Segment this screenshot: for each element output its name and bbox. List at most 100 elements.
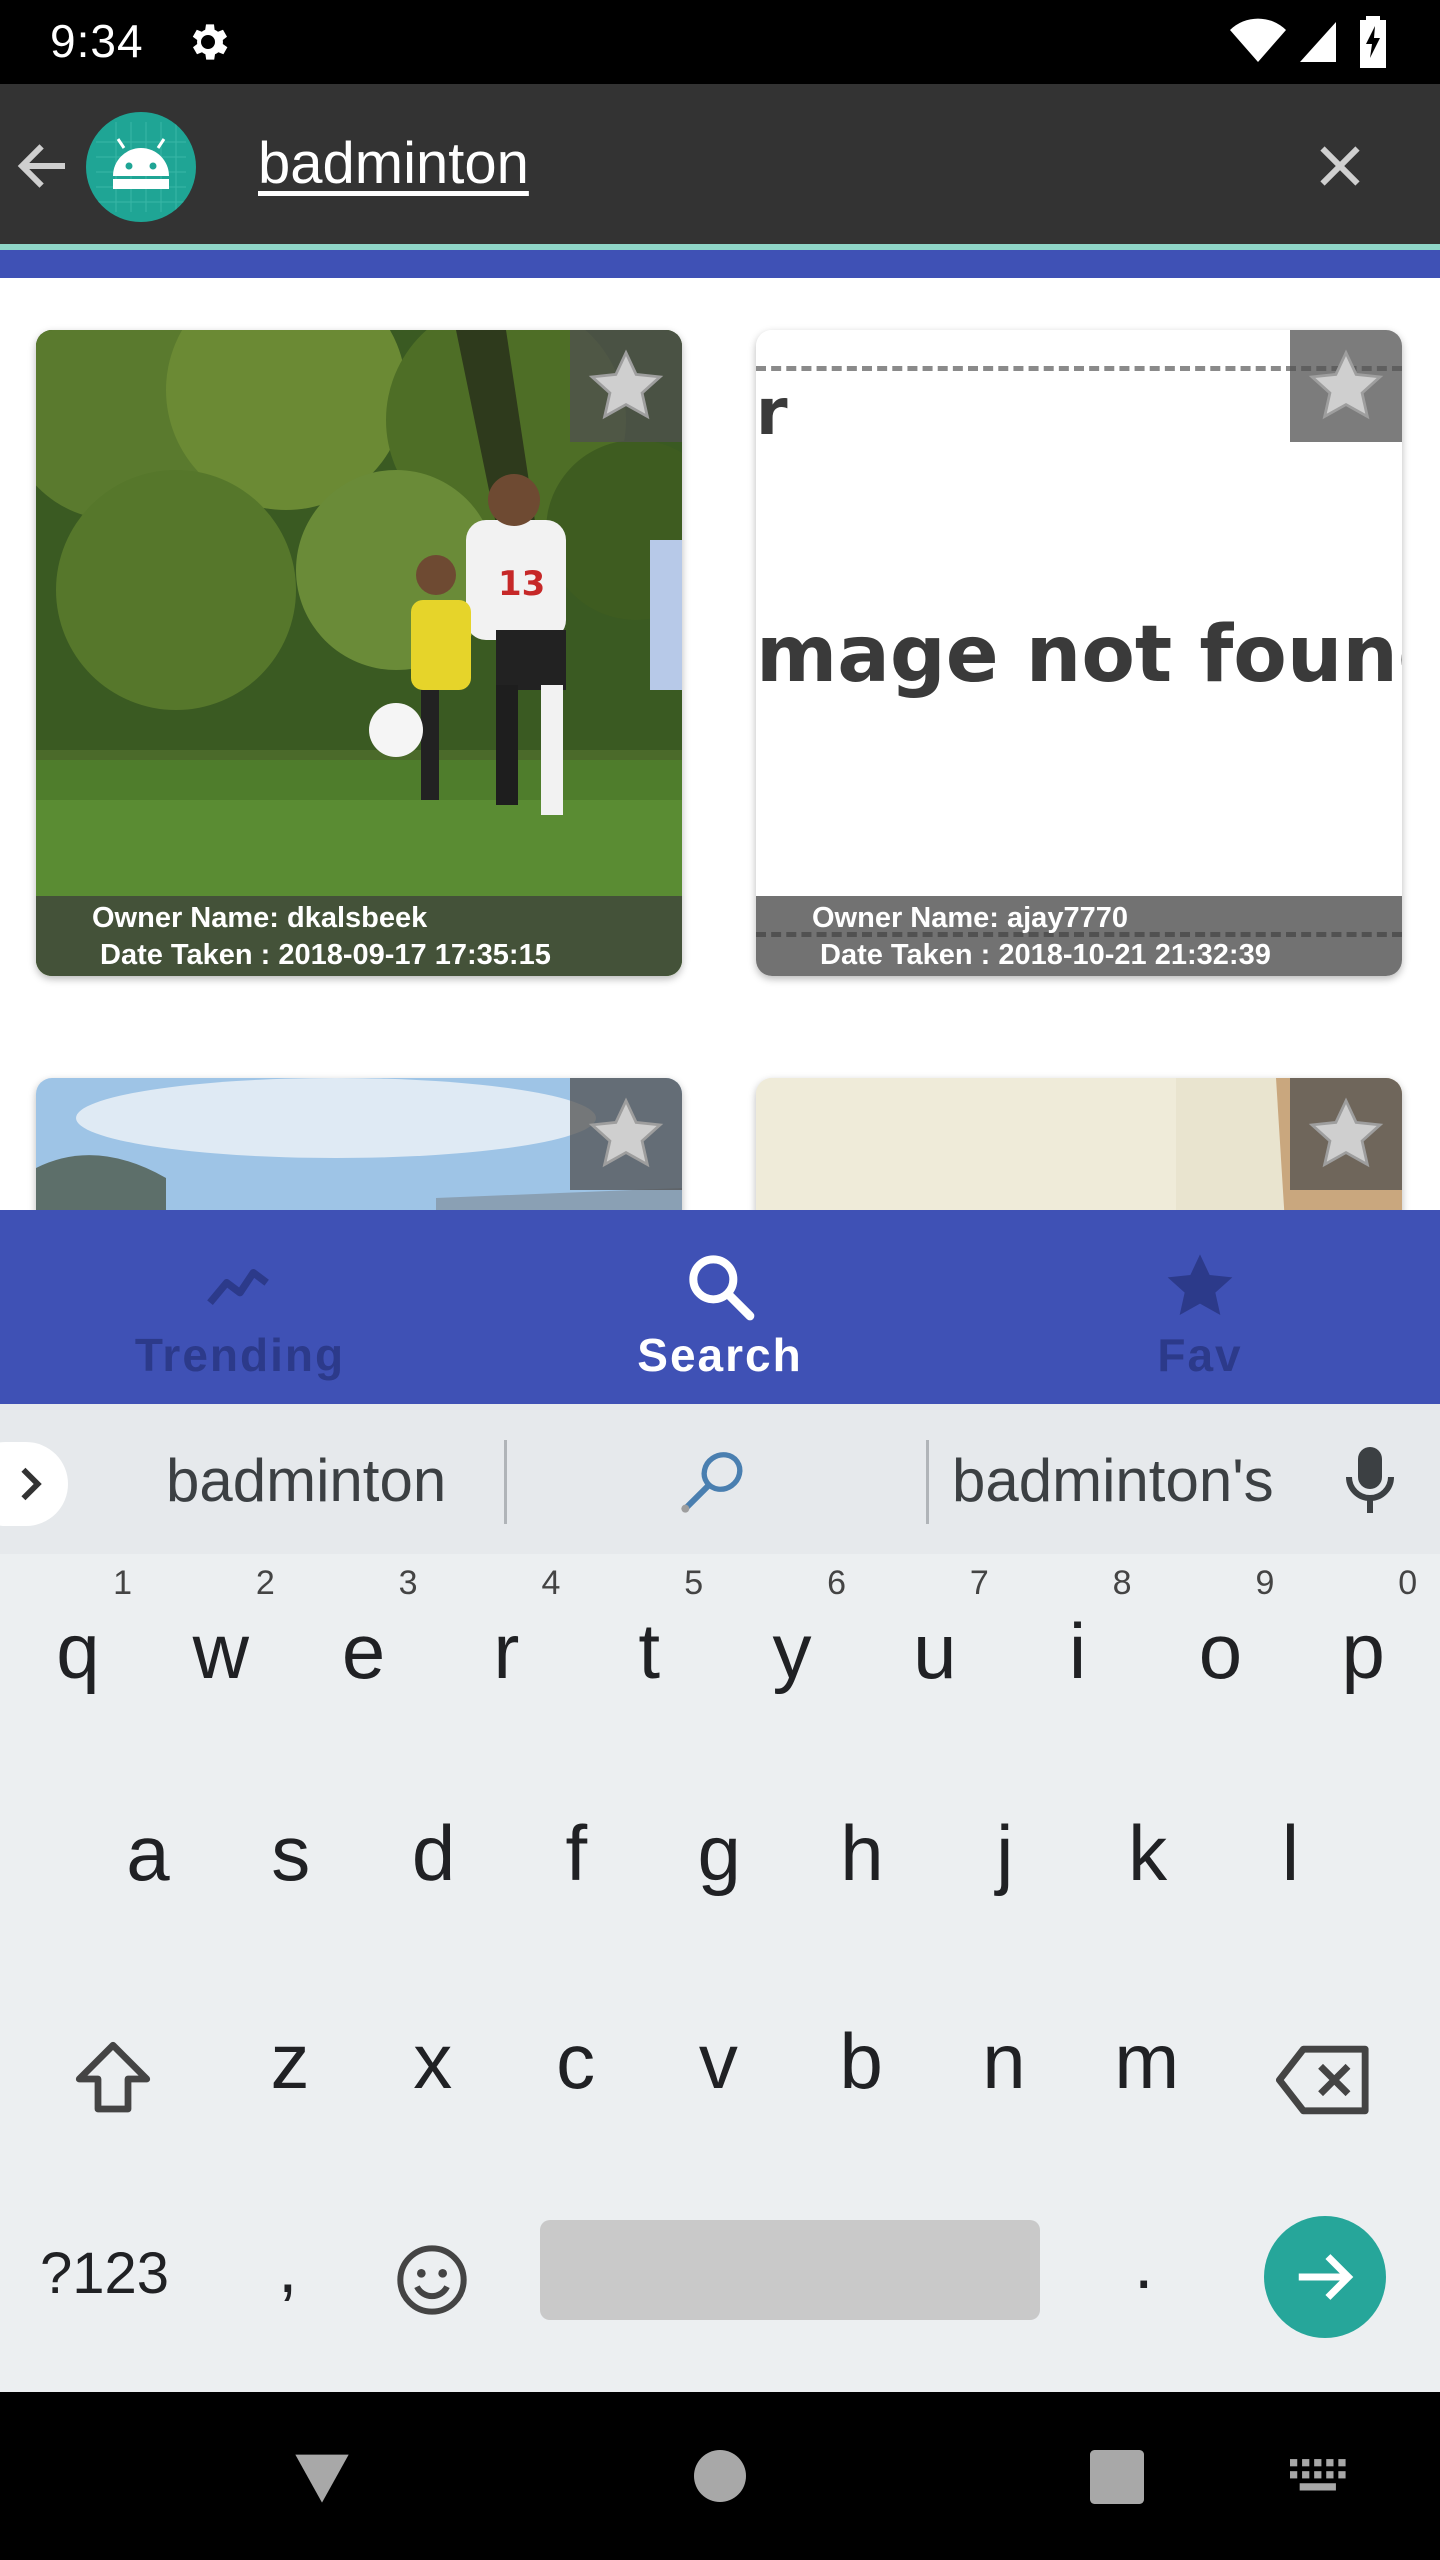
key-label: y bbox=[772, 1607, 812, 1695]
key-label: m bbox=[1114, 2017, 1180, 2105]
clear-search-icon[interactable] bbox=[1310, 136, 1370, 196]
emoji-icon[interactable] bbox=[392, 2240, 472, 2320]
date-taken: Date Taken : 2018-09-17 17:35:15 bbox=[100, 939, 551, 971]
key-q[interactable]: q1 bbox=[6, 1564, 150, 1800]
soft-keyboard: badminton badminton's q1w2e3r4t5y6u7i8o9… bbox=[0, 1404, 1440, 2392]
suggestion-2[interactable]: badminton's bbox=[952, 1446, 1274, 1515]
period-key[interactable]: . bbox=[1134, 2224, 1153, 2304]
photo-card[interactable]: r mage not found Owner Name: ajay7770 Da… bbox=[756, 330, 1402, 976]
suggestion-divider bbox=[504, 1440, 507, 1524]
key-hint: 3 bbox=[398, 1564, 418, 1602]
key-j[interactable]: j bbox=[933, 1802, 1077, 2002]
key-n[interactable]: n bbox=[932, 2010, 1076, 2210]
suggestion-1[interactable]: badminton bbox=[166, 1446, 446, 1515]
key-k[interactable]: k bbox=[1076, 1802, 1220, 2002]
star-outline-icon bbox=[1308, 1097, 1384, 1168]
key-m[interactable]: m bbox=[1075, 2010, 1219, 2210]
expand-suggestions-button[interactable] bbox=[0, 1442, 68, 1526]
key-label: z bbox=[270, 2017, 310, 2105]
key-e[interactable]: e3 bbox=[292, 1564, 436, 1800]
key-c[interactable]: c bbox=[504, 2010, 648, 2210]
key-s[interactable]: s bbox=[219, 1802, 363, 2002]
key-z[interactable]: z bbox=[218, 2010, 362, 2210]
star-outline-icon bbox=[1308, 349, 1384, 420]
image-placeholder-text: mage not found bbox=[756, 610, 1402, 700]
key-f[interactable]: f bbox=[504, 1802, 648, 2002]
nav-tab-trending[interactable]: Trending bbox=[0, 1210, 480, 1404]
nav-home-icon[interactable] bbox=[694, 2450, 746, 2502]
photo-card[interactable] bbox=[756, 1078, 1402, 1210]
key-label: r bbox=[493, 1607, 520, 1695]
settings-gear-icon bbox=[192, 24, 228, 60]
nav-label-fav: Fav bbox=[1157, 1329, 1243, 1381]
key-label: i bbox=[1068, 1607, 1087, 1695]
photo-card[interactable] bbox=[36, 1078, 682, 1210]
key-hint: 0 bbox=[1398, 1564, 1418, 1602]
microphone-icon[interactable] bbox=[1340, 1444, 1400, 1516]
star-icon bbox=[1167, 1254, 1233, 1315]
comma-key[interactable]: , bbox=[278, 2228, 297, 2308]
toolbar-divider bbox=[0, 250, 1440, 278]
nav-tab-fav[interactable]: Fav bbox=[960, 1210, 1440, 1404]
nav-back-icon[interactable] bbox=[290, 2444, 354, 2508]
key-y[interactable]: y6 bbox=[720, 1564, 864, 1800]
owner-name: Owner Name: dkalsbeek bbox=[92, 902, 428, 934]
key-h[interactable]: h bbox=[790, 1802, 934, 2002]
key-label: g bbox=[697, 1809, 741, 1897]
app-logo bbox=[86, 112, 196, 222]
photo-caption: Owner Name: dkalsbeek Date Taken : 2018-… bbox=[36, 896, 682, 976]
search-input[interactable]: badminton bbox=[258, 130, 529, 197]
photo-card[interactable]: 13 Owner Name: dkalsbeek Date Taken : 20… bbox=[36, 330, 682, 976]
favorite-toggle[interactable] bbox=[1290, 330, 1402, 442]
key-hint: 7 bbox=[969, 1564, 989, 1602]
badminton-racket-icon[interactable] bbox=[672, 1442, 752, 1522]
enter-key[interactable] bbox=[1264, 2216, 1386, 2338]
bottom-navigation: Trending Search Fav bbox=[0, 1210, 1440, 1404]
trending-icon bbox=[207, 1269, 269, 1306]
key-p[interactable]: p0 bbox=[1291, 1564, 1435, 1800]
key-t[interactable]: t5 bbox=[577, 1564, 721, 1800]
key-label: c bbox=[556, 2017, 596, 2105]
key-x[interactable]: x bbox=[361, 2010, 505, 2210]
key-w[interactable]: w2 bbox=[149, 1564, 293, 1800]
photo-caption: Owner Name: ajay7770 Date Taken : 2018-1… bbox=[756, 896, 1402, 976]
favorite-toggle[interactable] bbox=[1290, 1078, 1402, 1190]
key-g[interactable]: g bbox=[647, 1802, 791, 2002]
status-time: 9:34 bbox=[50, 15, 144, 67]
keyboard-switch-icon[interactable] bbox=[1290, 2458, 1348, 2494]
system-navigation-bar bbox=[0, 2392, 1440, 2560]
suggestion-strip: badminton badminton's bbox=[0, 1404, 1440, 1554]
favorite-toggle[interactable] bbox=[570, 330, 682, 442]
nav-tab-search[interactable]: Search bbox=[480, 1210, 960, 1404]
back-arrow-icon[interactable] bbox=[12, 136, 72, 196]
key-label: q bbox=[56, 1607, 100, 1695]
key-label: j bbox=[996, 1809, 1014, 1897]
key-d[interactable]: d bbox=[362, 1802, 506, 2002]
backspace-icon[interactable] bbox=[1276, 2040, 1372, 2120]
key-i[interactable]: i8 bbox=[1006, 1564, 1150, 1800]
nav-label-search: Search bbox=[637, 1329, 803, 1381]
space-key[interactable] bbox=[540, 2220, 1040, 2320]
key-a[interactable]: a bbox=[76, 1802, 220, 2002]
favorite-toggle[interactable] bbox=[570, 1078, 682, 1190]
key-label: t bbox=[638, 1607, 661, 1695]
android-icon bbox=[96, 122, 186, 212]
key-u[interactable]: u7 bbox=[863, 1564, 1007, 1800]
star-outline-icon bbox=[588, 349, 664, 420]
nav-recents-icon[interactable] bbox=[1090, 2450, 1144, 2504]
key-label: v bbox=[698, 2017, 738, 2105]
key-b[interactable]: b bbox=[789, 2010, 933, 2210]
key-label: h bbox=[840, 1809, 884, 1897]
status-bar: 9:34 bbox=[0, 0, 1440, 84]
key-label: w bbox=[192, 1607, 249, 1695]
shift-icon[interactable] bbox=[68, 2034, 158, 2124]
key-v[interactable]: v bbox=[646, 2010, 790, 2210]
key-r[interactable]: r4 bbox=[434, 1564, 578, 1800]
key-o[interactable]: o9 bbox=[1148, 1564, 1292, 1800]
key-l[interactable]: l bbox=[1218, 1802, 1362, 2002]
key-hint: 1 bbox=[113, 1564, 132, 1602]
symbols-key[interactable]: ?123 bbox=[40, 2240, 169, 2307]
search-icon bbox=[689, 1255, 755, 1321]
chevron-right-icon bbox=[21, 1467, 42, 1501]
owner-name: Owner Name: ajay7770 bbox=[812, 902, 1128, 934]
